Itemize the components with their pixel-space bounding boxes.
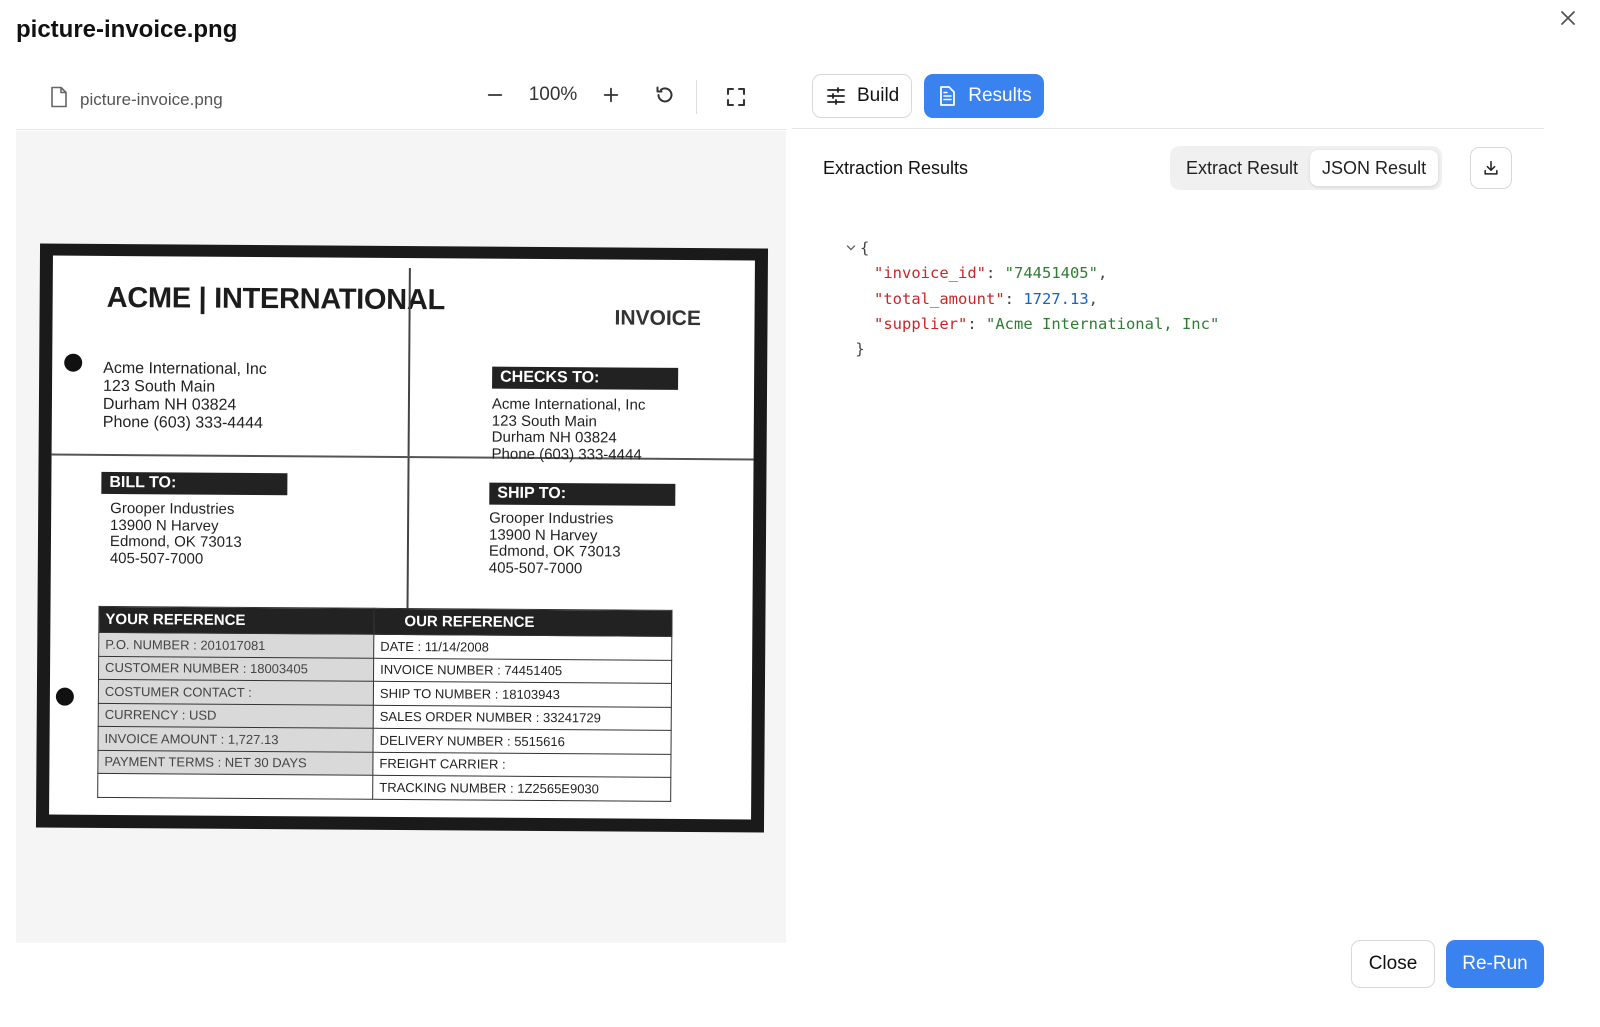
rotate-icon bbox=[656, 86, 673, 103]
ship-to-label: SHIP TO: bbox=[489, 482, 676, 506]
extract-result-option[interactable]: Extract Result bbox=[1174, 150, 1310, 186]
fold-line-vertical bbox=[406, 268, 411, 613]
close-dialog-icon[interactable] bbox=[1558, 8, 1578, 28]
json-viewer: { "invoice_id": "74451405", "total_amoun… bbox=[846, 236, 1219, 362]
result-view-toggle: Extract Result JSON Result bbox=[1170, 146, 1443, 190]
tab-build-label: Build bbox=[857, 85, 900, 106]
bill-to-address: Grooper Industries 13900 N Harvey Edmond… bbox=[109, 499, 242, 568]
ship-to-address: Grooper Industries 13900 N Harvey Edmond… bbox=[488, 509, 621, 577]
tab-results[interactable]: Results bbox=[924, 74, 1044, 118]
dialog-title: picture-invoice.png bbox=[16, 16, 238, 43]
download-button[interactable] bbox=[1470, 147, 1512, 189]
document-icon bbox=[940, 86, 956, 106]
punch-hole bbox=[64, 353, 83, 372]
plus-icon bbox=[603, 87, 619, 103]
minus-icon bbox=[487, 94, 503, 96]
sliders-icon bbox=[827, 87, 845, 105]
rerun-button[interactable]: Re-Run bbox=[1446, 940, 1544, 988]
tab-results-label: Results bbox=[968, 85, 1032, 106]
reference-table: YOUR REFERENCE OUR REFERENCE P.O. NUMBER… bbox=[97, 606, 673, 802]
invoice-title: INVOICE bbox=[614, 306, 701, 331]
panel-tabs: Build Results bbox=[812, 74, 1044, 118]
close-button[interactable]: Close bbox=[1351, 940, 1435, 988]
zoom-in-button[interactable] bbox=[598, 82, 624, 108]
invoice-image: ACME | INTERNATIONAL INVOICE Acme Intern… bbox=[35, 243, 769, 833]
fullscreen-icon bbox=[727, 88, 745, 106]
file-label: picture-invoice.png bbox=[50, 86, 223, 113]
json-result-option[interactable]: JSON Result bbox=[1310, 150, 1439, 186]
punch-hole bbox=[55, 687, 74, 706]
toolbar-divider bbox=[696, 80, 697, 114]
panel-divider bbox=[792, 128, 1544, 129]
table-row: TRACKING NUMBER : 1Z2565E9030 bbox=[97, 773, 671, 801]
your-reference-header: YOUR REFERENCE bbox=[98, 606, 375, 635]
zoom-level: 100% bbox=[528, 84, 578, 105]
file-name: picture-invoice.png bbox=[80, 89, 223, 109]
checks-to-address: Acme International, Inc 123 South Main D… bbox=[491, 395, 646, 464]
zoom-out-button[interactable] bbox=[482, 82, 508, 108]
json-field: "supplier": "Acme International, Inc" bbox=[874, 314, 1220, 333]
download-icon bbox=[1484, 160, 1498, 175]
json-field: "total_amount": 1727.13, bbox=[874, 289, 1098, 308]
rotate-button[interactable] bbox=[652, 82, 678, 108]
bill-to-label: BILL TO: bbox=[101, 471, 288, 496]
invoice-brand: ACME | INTERNATIONAL bbox=[106, 281, 446, 317]
from-address: Acme International, Inc 123 South Main D… bbox=[102, 359, 267, 433]
zoom-controls: 100% bbox=[482, 82, 678, 108]
viewer-toolbar: picture-invoice.png 100% bbox=[16, 70, 786, 130]
fold-line-horizontal bbox=[51, 453, 754, 461]
json-close-line: } bbox=[855, 340, 865, 359]
json-field: "invoice_id": "74451405", bbox=[874, 264, 1108, 283]
file-icon bbox=[50, 86, 68, 113]
json-open-line: { bbox=[846, 236, 1219, 261]
collapse-chevron-icon[interactable] bbox=[846, 236, 860, 261]
fullscreen-button[interactable] bbox=[723, 84, 749, 110]
tab-build[interactable]: Build bbox=[812, 74, 913, 118]
checks-to-label: CHECKS TO: bbox=[492, 366, 679, 390]
our-reference-header: OUR REFERENCE bbox=[373, 608, 673, 637]
section-title: Extraction Results bbox=[823, 158, 969, 178]
